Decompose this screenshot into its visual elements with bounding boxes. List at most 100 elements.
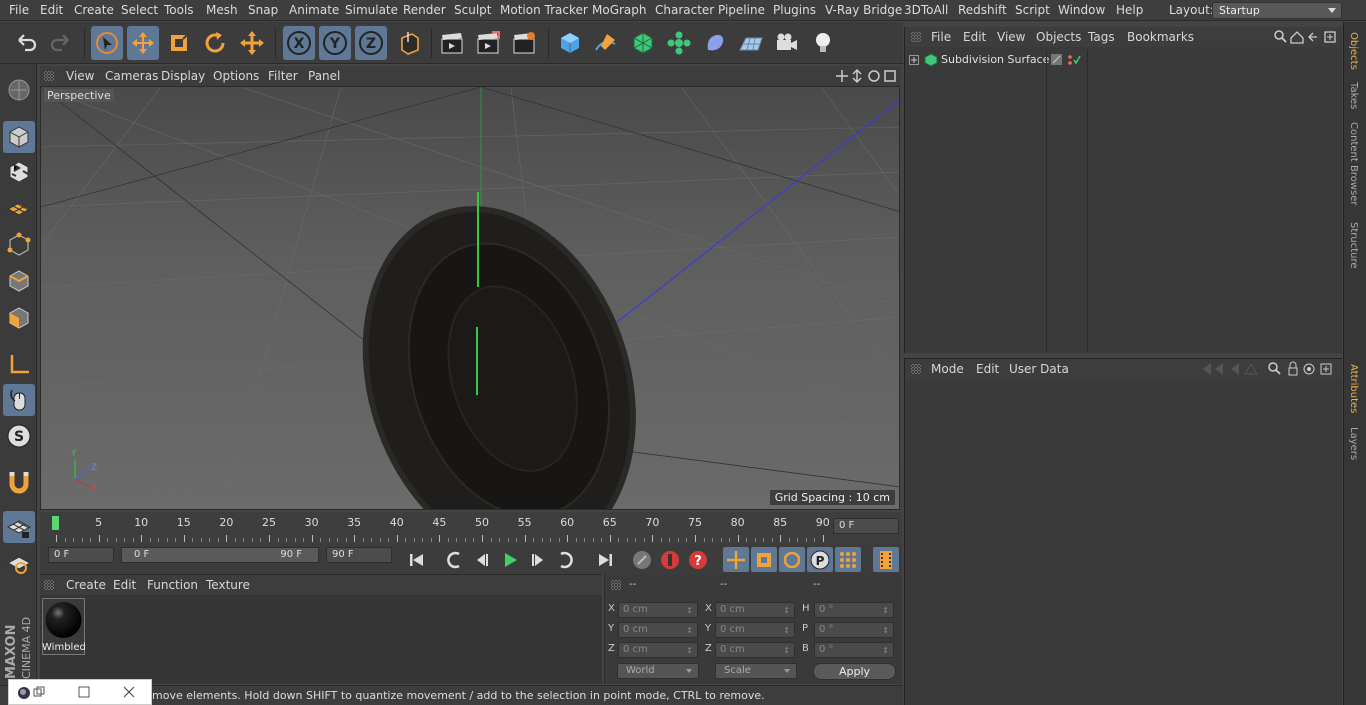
object-menu-bookmarks[interactable]: Bookmarks (1127, 30, 1194, 44)
previous-frame-button[interactable] (469, 547, 495, 572)
viewport-menu-display[interactable]: Display (161, 69, 205, 83)
attribute-nav-icons[interactable] (1201, 361, 1339, 377)
attribute-menu-mode[interactable]: Mode (931, 362, 964, 376)
render-to-picture-viewer-button[interactable] (472, 26, 504, 60)
menu-sculpt[interactable]: Sculpt (454, 3, 491, 17)
timeline-ruler[interactable]: 051015202530354045505560657075808590 (40, 512, 902, 544)
coord-value-field[interactable]: 0 cm ↕ (618, 622, 698, 638)
stepper-arrows-icon[interactable]: ↕ (882, 604, 889, 618)
cinema4d-app-icon[interactable] (17, 686, 31, 700)
coord-value-field[interactable]: 0 cm ↕ (618, 602, 698, 618)
coord-value-field[interactable]: 0 cm ↕ (618, 642, 698, 658)
scale-tool-button[interactable] (163, 26, 195, 60)
material-menu-edit[interactable]: Edit (113, 578, 136, 592)
next-key-button[interactable] (553, 547, 579, 572)
coord-value-field[interactable]: 0 ° ↕ (814, 622, 894, 638)
viewport-menu-options[interactable]: Options (213, 69, 259, 83)
deformer-button[interactable] (699, 26, 731, 60)
material-menu-texture[interactable]: Texture (206, 578, 250, 592)
render-settings-button[interactable] (508, 26, 540, 60)
previous-key-button[interactable] (441, 547, 467, 572)
stepper-arrows-icon[interactable]: ↕ (882, 624, 889, 638)
quantize-button[interactable] (3, 547, 35, 579)
material-menu-create[interactable]: Create (66, 578, 106, 592)
stepper-arrows-icon[interactable]: ↕ (686, 604, 693, 618)
menu-redshift[interactable]: Redshift (958, 3, 1007, 17)
viewport-menu-filter[interactable]: Filter (268, 69, 298, 83)
coord-value-field[interactable]: 0 ° ↕ (814, 602, 894, 618)
menu-motion-tracker[interactable]: Motion Tracker (500, 3, 588, 17)
render-view-button[interactable] (436, 26, 468, 60)
stepper-arrows-icon[interactable]: ↕ (882, 644, 889, 658)
layout-select[interactable]: Startup (1212, 2, 1342, 19)
viewport-menu-panel[interactable]: Panel (308, 69, 340, 83)
record-keys-button[interactable] (629, 547, 655, 572)
menu-create[interactable]: Create (74, 3, 114, 17)
autokeying-button[interactable] (657, 547, 683, 572)
workplane-lock-button[interactable] (3, 511, 35, 543)
menu-simulate[interactable]: Simulate (345, 3, 398, 17)
stepper-arrows-icon[interactable]: ↕ (783, 604, 790, 618)
points-mode-button[interactable] (3, 229, 35, 261)
tab-takes[interactable]: Takes (1348, 82, 1359, 109)
timeline-window-button[interactable] (873, 547, 899, 572)
coord-value-field[interactable]: 0 ° ↕ (814, 642, 894, 658)
model-mode-button[interactable] (3, 121, 35, 153)
close-icon[interactable] (123, 686, 135, 698)
tab-objects[interactable]: Objects (1348, 32, 1359, 70)
stepper-arrows-icon[interactable]: ↕ (686, 624, 693, 638)
texture-mode-button[interactable] (3, 156, 35, 188)
expand-plus-icon[interactable] (909, 55, 919, 65)
tab-structure[interactable]: Structure (1348, 222, 1359, 269)
workplane-mode-button[interactable] (3, 192, 35, 224)
undo-button[interactable] (10, 26, 42, 60)
redo-button[interactable] (45, 26, 77, 60)
polygons-mode-button[interactable] (3, 302, 35, 334)
object-menu-view[interactable]: View (997, 30, 1025, 44)
menu-animate[interactable]: Animate (289, 3, 339, 17)
maximize-icon[interactable] (78, 686, 90, 698)
coordinate-mode-select[interactable]: Scale (715, 663, 797, 679)
x-axis-lock-button[interactable]: X (283, 26, 315, 60)
viewport-menu-view[interactable]: View (66, 69, 94, 83)
next-frame-button[interactable] (525, 547, 551, 572)
go-to-start-button[interactable] (404, 547, 430, 572)
apply-button[interactable]: Apply (813, 663, 896, 680)
menu-snap[interactable]: Snap (248, 3, 278, 17)
key-scale-button[interactable] (751, 547, 777, 572)
start-frame-field[interactable]: 0 F (48, 547, 114, 563)
3d-viewport[interactable]: Y Z X Grid Spacing : 10 cm (40, 86, 900, 510)
object-visibility-toggles[interactable] (1051, 53, 1081, 67)
object-menu-tags[interactable]: Tags (1088, 30, 1115, 44)
keyframe-selection-button[interactable]: ? (685, 547, 711, 572)
cloner-button[interactable] (663, 26, 695, 60)
menu-3dtoall[interactable]: 3DToAll (904, 3, 948, 17)
object-manager-nav-icons[interactable] (1273, 29, 1339, 45)
key-position-button[interactable] (723, 547, 749, 572)
viewport-menu-cameras[interactable]: Cameras (105, 69, 158, 83)
menu-mesh[interactable]: Mesh (206, 3, 238, 17)
recent-tool-button[interactable] (236, 26, 268, 60)
move-tool-button[interactable] (127, 26, 159, 60)
magnet-button[interactable] (3, 467, 35, 499)
object-row-subdivision-surface[interactable]: Subdivision Surface (905, 52, 1342, 69)
stepper-arrows-icon[interactable]: ↕ (783, 644, 790, 658)
attribute-menu-user-data[interactable]: User Data (1009, 362, 1069, 376)
menu-render[interactable]: Render (403, 3, 446, 17)
live-selection-button[interactable] (91, 26, 123, 60)
menu-help[interactable]: Help (1116, 3, 1143, 17)
restore-icon[interactable] (33, 686, 45, 698)
edges-mode-button[interactable] (3, 265, 35, 297)
tab-attributes[interactable]: Attributes (1348, 364, 1359, 413)
coord-value-field[interactable]: 0 cm ↕ (715, 622, 795, 638)
stepper-arrows-icon[interactable]: ↕ (783, 624, 790, 638)
axis-mode-button[interactable] (3, 349, 35, 381)
menu-select[interactable]: Select (121, 3, 158, 17)
coordinate-system-button[interactable] (393, 26, 425, 60)
floor-object-button[interactable] (735, 26, 767, 60)
menu-plugins[interactable]: Plugins (773, 3, 816, 17)
menu-edit[interactable]: Edit (40, 3, 63, 17)
play-button[interactable] (497, 547, 523, 572)
rotate-tool-button[interactable] (199, 26, 231, 60)
menu-tools[interactable]: Tools (164, 3, 194, 17)
